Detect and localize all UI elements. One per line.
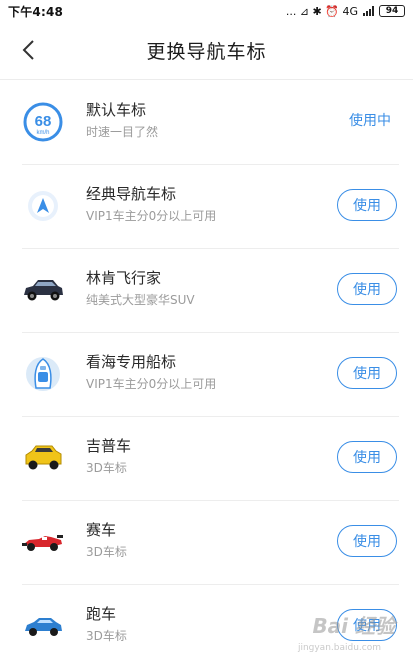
item-subtitle: 3D车标 <box>86 629 127 643</box>
item-subtitle: 纯美式大型豪华SUV <box>86 293 195 307</box>
status-icons: ... ⊿ ✱ ⏰ 4G <box>285 4 358 18</box>
speed-unit: km/h <box>36 130 49 136</box>
sports-car-icon <box>20 605 66 647</box>
item-title: 吉普车 <box>86 437 132 455</box>
item-subtitle: VIP1车主分0分以上可用 <box>86 209 217 223</box>
status-time: 下午4:48 <box>8 4 64 19</box>
item-subtitle: 时速一目了然 <box>86 125 159 139</box>
list-item[interactable]: 经典导航车标 VIP1车主分0分以上可用 使用 <box>0 164 413 248</box>
status-indicators: ... ⊿ ✱ ⏰ 4G 94 <box>286 5 405 18</box>
battery-icon: 94 <box>379 5 405 17</box>
jeep-icon <box>20 437 66 479</box>
page-title: 更换导航车标 <box>146 41 267 63</box>
use-button[interactable]: 使用 <box>337 525 397 557</box>
race-car-icon <box>20 521 66 563</box>
list-item[interactable]: 吉普车 3D车标 使用 <box>0 416 413 500</box>
back-button[interactable] <box>10 32 46 68</box>
item-title: 经典导航车标 <box>86 185 177 203</box>
speedometer-icon: 68 km/h <box>20 101 66 143</box>
in-use-label: 使用中 <box>349 113 391 129</box>
suv-car-icon <box>20 269 66 311</box>
chevron-left-icon <box>22 40 34 60</box>
use-button[interactable]: 使用 <box>337 609 397 641</box>
item-subtitle: 3D车标 <box>86 461 127 475</box>
item-title: 林肯飞行家 <box>86 269 162 287</box>
navigation-arrow-icon <box>20 185 66 227</box>
nav-bar: 更换导航车标 <box>0 22 413 80</box>
list-item[interactable]: 68 km/h 默认车标 时速一目了然 使用中 <box>0 80 413 164</box>
list-item[interactable]: 跑车 3D车标 使用 <box>0 584 413 668</box>
list-item[interactable]: 赛车 3D车标 使用 <box>0 500 413 584</box>
item-title: 默认车标 <box>86 101 147 119</box>
item-subtitle: VIP1车主分0分以上可用 <box>86 377 217 391</box>
item-title: 看海专用船标 <box>86 353 177 371</box>
speed-value: 68 <box>35 113 52 130</box>
signal-icon <box>363 6 374 16</box>
list-item[interactable]: 林肯飞行家 纯美式大型豪华SUV 使用 <box>0 248 413 332</box>
use-button[interactable]: 使用 <box>337 273 397 305</box>
use-button[interactable]: 使用 <box>337 357 397 389</box>
car-icon-list: 68 km/h 默认车标 时速一目了然 使用中 经典导航车标 VIP1车主分0分… <box>0 80 413 668</box>
item-subtitle: 3D车标 <box>86 545 127 559</box>
status-bar: 下午4:48 ... ⊿ ✱ ⏰ 4G 94 <box>0 0 413 22</box>
item-title: 跑车 <box>86 605 117 623</box>
use-button[interactable]: 使用 <box>337 441 397 473</box>
use-button[interactable]: 使用 <box>337 189 397 221</box>
boat-icon <box>20 353 66 395</box>
item-title: 赛车 <box>86 521 117 539</box>
list-item[interactable]: 看海专用船标 VIP1车主分0分以上可用 使用 <box>0 332 413 416</box>
